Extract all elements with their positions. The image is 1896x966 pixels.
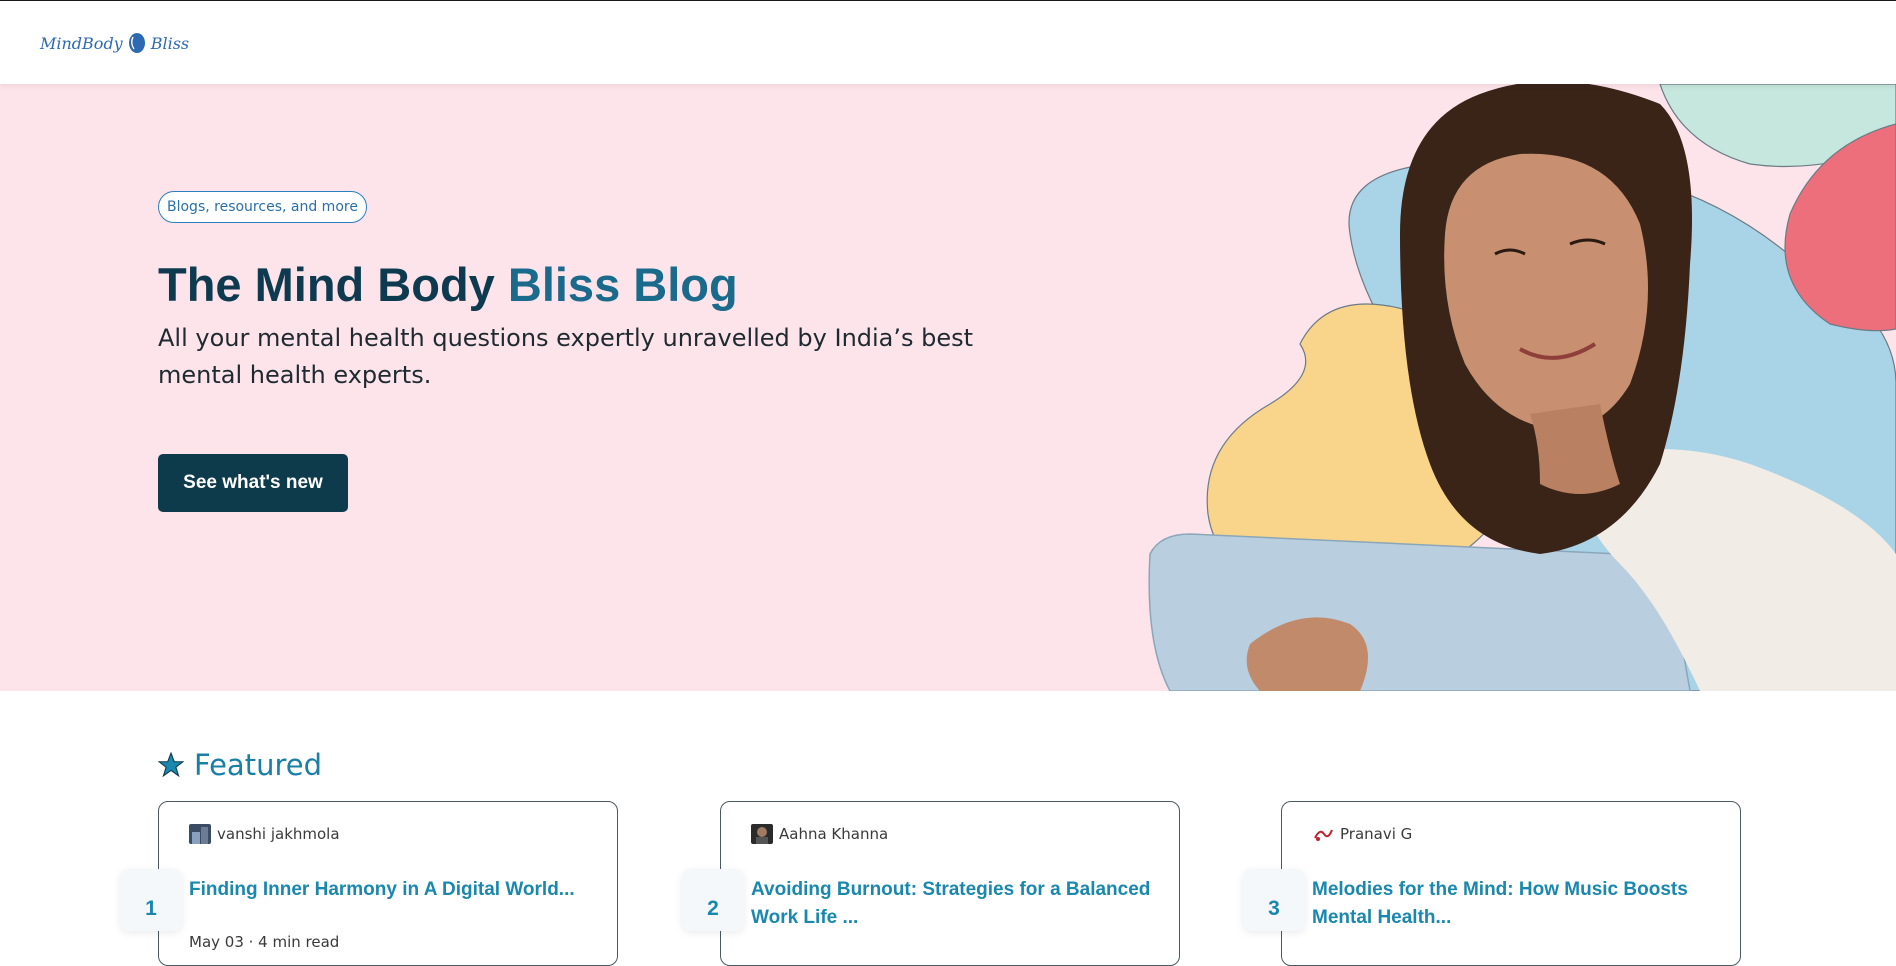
card-author: Aahna Khanna (751, 824, 888, 844)
card-author: vanshi jakhmola (189, 824, 340, 844)
hero-section: Blogs, resources, and more The Mind Body… (0, 84, 1896, 691)
logo[interactable]: MindBody Bliss (40, 29, 189, 57)
page-title: The Mind Body Bliss Blog (158, 257, 738, 312)
author-name: vanshi jakhmola (217, 825, 340, 843)
post-title-link[interactable]: Melodies for the Mind: How Music Boosts … (1312, 876, 1722, 932)
featured-card[interactable]: Pranavi G Melodies for the Mind: How Mus… (1281, 801, 1741, 966)
hero-illustration (1148, 84, 1896, 691)
author-name: Aahna Khanna (779, 825, 889, 843)
hero-pill: Blogs, resources, and more (158, 191, 367, 223)
rank-badge: 2 (682, 869, 744, 931)
featured-card[interactable]: vanshi jakhmola Finding Inner Harmony in… (158, 801, 618, 966)
face-profile-icon (128, 33, 145, 53)
avatar (189, 824, 211, 844)
logo-text-left: MindBody (40, 33, 123, 53)
card-author: Pranavi G (1312, 824, 1412, 844)
hero-subtitle: All your mental health questions expertl… (158, 324, 974, 389)
featured-title: Featured (194, 748, 322, 782)
avatar (1312, 824, 1334, 844)
see-whats-new-button[interactable]: See what's new (158, 454, 348, 512)
star-icon (158, 752, 184, 778)
featured-heading: Featured (158, 748, 322, 782)
post-meta: May 03 · 4 min read (189, 933, 340, 951)
author-name: Pranavi G (1340, 825, 1413, 843)
title-main: The Mind Body (158, 258, 508, 311)
site-header: MindBody Bliss (0, 1, 1896, 84)
logo-text-right: Bliss (150, 33, 190, 53)
rank-badge: 1 (120, 869, 182, 931)
post-title-link[interactable]: Avoiding Burnout: Strategies for a Balan… (751, 876, 1161, 932)
post-title-link[interactable]: Finding Inner Harmony in A Digital World… (189, 876, 599, 904)
rank-badge: 3 (1243, 869, 1305, 931)
title-accent: Bliss Blog (507, 258, 738, 311)
avatar (751, 824, 773, 844)
tablet (1148, 533, 1691, 691)
featured-card[interactable]: Aahna Khanna Avoiding Burnout: Strategie… (720, 801, 1180, 966)
